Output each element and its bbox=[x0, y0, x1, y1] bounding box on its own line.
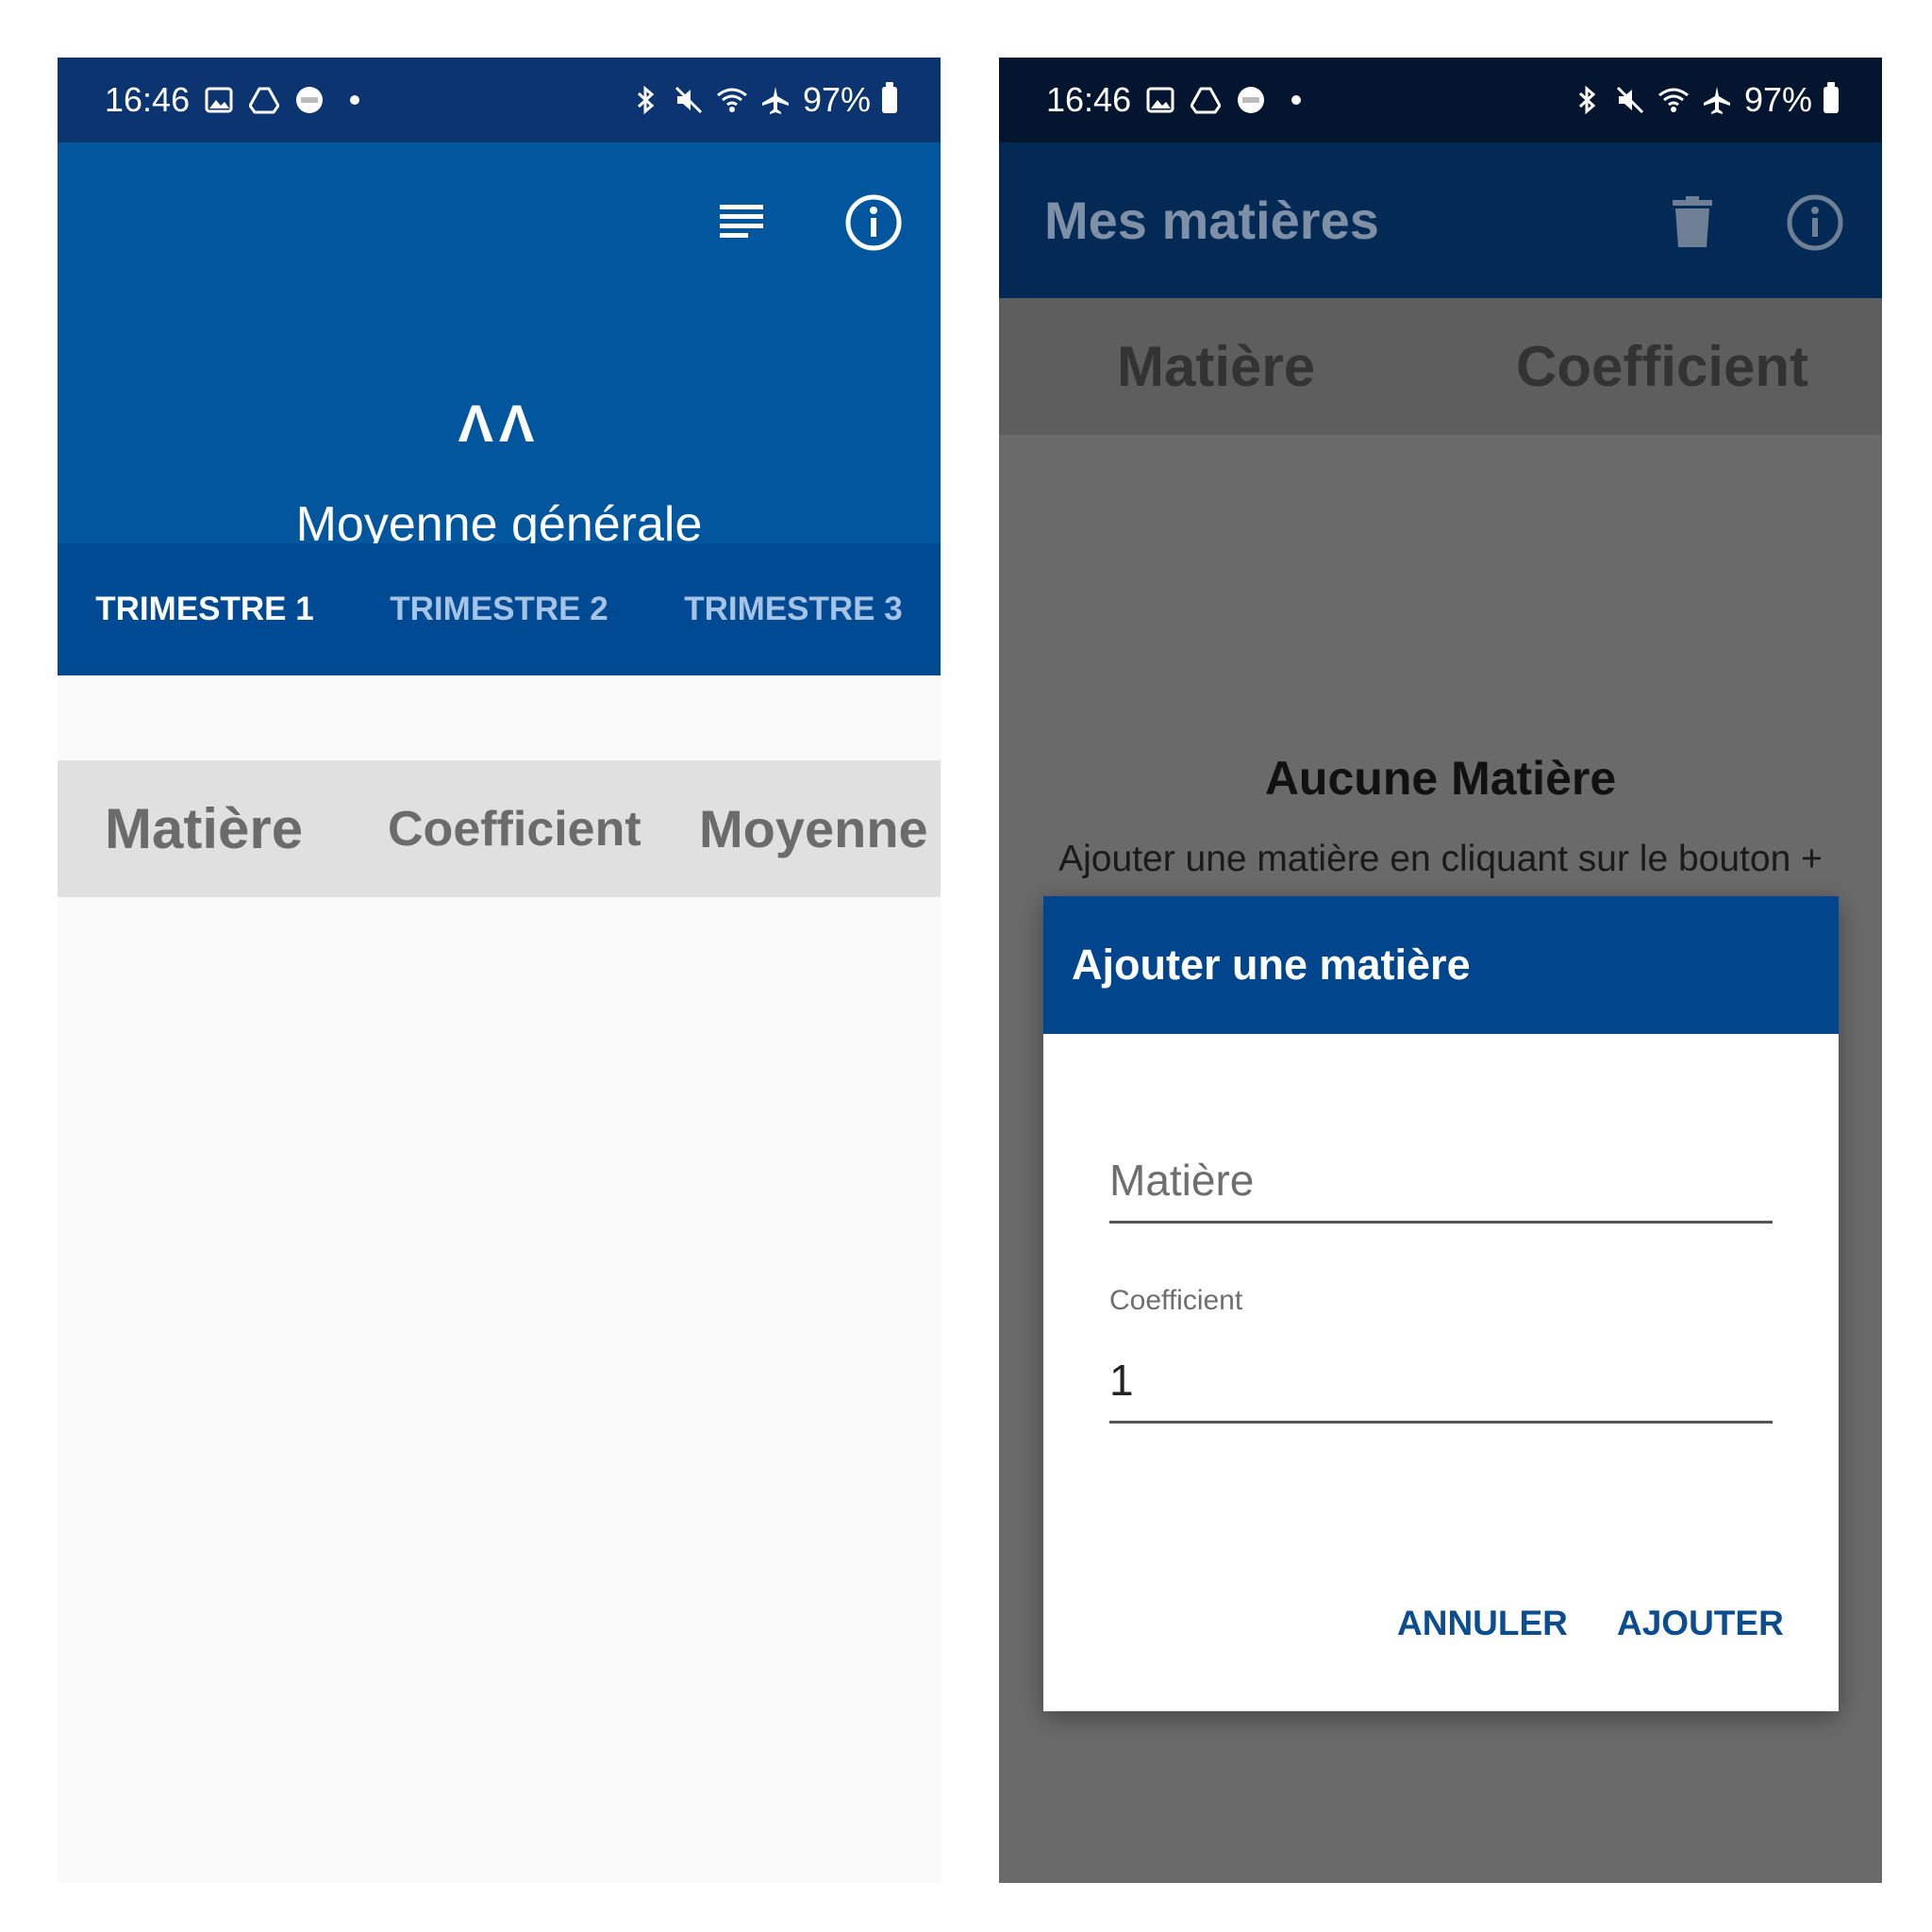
info-icon[interactable] bbox=[841, 190, 907, 256]
tab-trimestre-1[interactable]: TRIMESTRE 1 bbox=[58, 543, 352, 675]
wear-icon bbox=[293, 84, 325, 116]
dialog-title: Ajouter une matière bbox=[1072, 941, 1471, 989]
phone-screen-left: 16:46 97% ΛΛ Moyenne générale TRIMESTRE … bbox=[58, 58, 941, 1883]
column-subject: Matière bbox=[1117, 335, 1316, 398]
phone-screen-right: 16:46 97% Mes matières Matière Coefficie… bbox=[999, 58, 1882, 1883]
battery-icon bbox=[1824, 82, 1839, 113]
wifi-icon bbox=[1657, 84, 1690, 116]
drive-icon bbox=[1190, 84, 1222, 116]
coefficient-label: Coefficient bbox=[1109, 1285, 1243, 1316]
status-bar: 16:46 97% bbox=[999, 58, 1882, 142]
status-time: 16:46 bbox=[105, 80, 191, 119]
battery-percent: 97% bbox=[1743, 80, 1812, 119]
column-subject: Matière bbox=[105, 797, 304, 860]
column-header: Matière Coefficient Moyenne bbox=[58, 760, 941, 897]
airplane-icon bbox=[759, 84, 791, 116]
battery-icon bbox=[882, 82, 897, 113]
tab-trimestre-2[interactable]: TRIMESTRE 2 bbox=[352, 543, 646, 675]
image-icon bbox=[203, 84, 235, 116]
airplane-icon bbox=[1701, 84, 1733, 116]
wifi-icon bbox=[716, 84, 748, 116]
tab-trimestre-3[interactable]: TRIMESTRE 3 bbox=[646, 543, 941, 675]
trash-icon[interactable] bbox=[1659, 190, 1725, 256]
cancel-button[interactable]: ANNULER bbox=[1397, 1604, 1568, 1643]
column-coefficient: Coefficient bbox=[1516, 335, 1809, 398]
info-icon[interactable] bbox=[1782, 190, 1848, 256]
wear-icon bbox=[1235, 84, 1267, 116]
app-header: Mes matières bbox=[999, 142, 1882, 298]
list-icon[interactable] bbox=[708, 190, 774, 256]
dialog-header: Ajouter une matière bbox=[1043, 896, 1839, 1034]
add-button[interactable]: AJOUTER bbox=[1617, 1604, 1784, 1643]
average-value: ΛΛ bbox=[458, 393, 541, 453]
column-coefficient: Coefficient bbox=[388, 801, 641, 857]
status-time: 16:46 bbox=[1046, 80, 1132, 119]
coefficient-input[interactable] bbox=[1109, 1340, 1773, 1424]
term-tabs: TRIMESTRE 1 TRIMESTRE 2 TRIMESTRE 3 bbox=[58, 543, 941, 675]
page-title: Mes matières bbox=[1044, 191, 1379, 250]
notification-dot bbox=[1291, 95, 1302, 105]
empty-state-text: Ajouter une matière en cliquant sur le b… bbox=[1058, 839, 1823, 879]
column-average: Moyenne bbox=[699, 799, 928, 858]
mute-icon bbox=[1614, 84, 1646, 116]
status-bar: 16:46 97% bbox=[58, 58, 941, 142]
drive-icon bbox=[248, 84, 280, 116]
empty-state-title: Aucune Matière bbox=[1264, 752, 1617, 805]
battery-percent: 97% bbox=[802, 80, 871, 119]
bluetooth-icon bbox=[629, 84, 661, 116]
add-subject-dialog: Ajouter une matière Coefficient ANNULER … bbox=[1043, 896, 1839, 1711]
notification-dot bbox=[350, 95, 360, 105]
subject-input[interactable] bbox=[1109, 1140, 1773, 1224]
column-header: Matière Coefficient bbox=[999, 298, 1882, 435]
image-icon bbox=[1144, 84, 1176, 116]
mute-icon bbox=[673, 84, 705, 116]
bluetooth-icon bbox=[1571, 84, 1603, 116]
